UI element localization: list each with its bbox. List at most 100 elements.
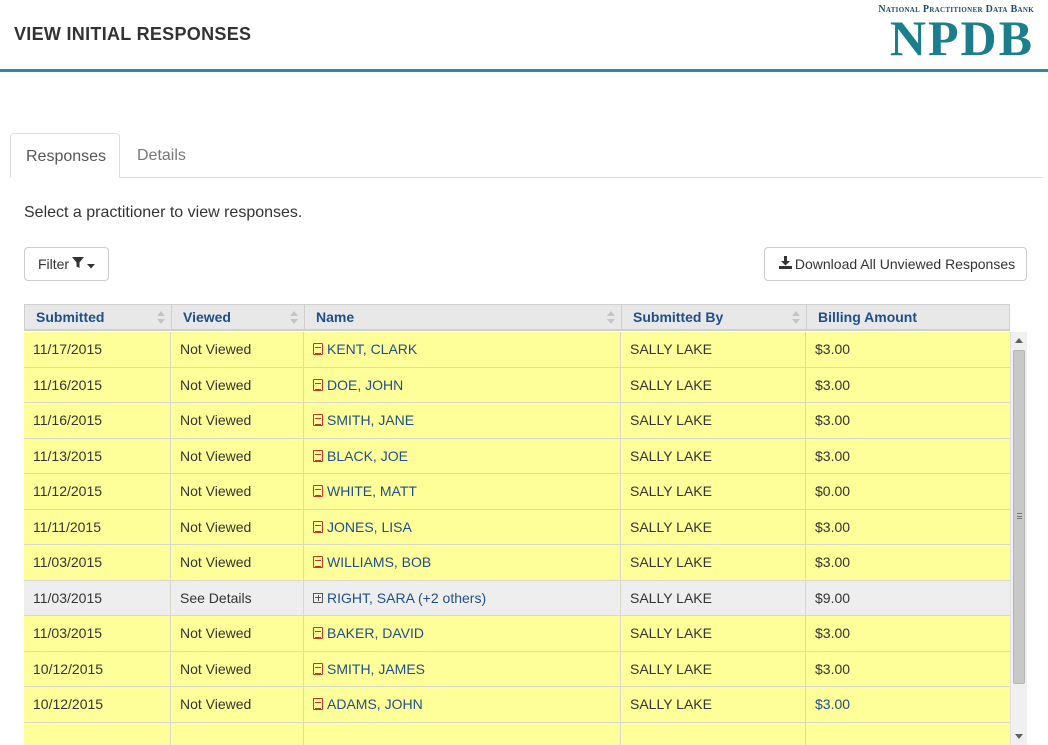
column-header-name[interactable]: Name xyxy=(305,305,622,330)
cell-submitted-by: SALLY LAKE xyxy=(621,509,806,545)
cell-billing-amount: $3.00 xyxy=(806,652,1010,687)
cell-name[interactable] xyxy=(304,722,621,745)
practitioner-name-link[interactable]: BAKER, DAVID xyxy=(327,625,424,641)
cell-submitted-text: 10/12/2015 xyxy=(33,696,104,712)
cell-name[interactable]: SMITH, JANE xyxy=(304,403,621,438)
scroll-up-arrow-icon[interactable] xyxy=(1015,338,1023,343)
page-header: VIEW INITIAL RESPONSES National Practiti… xyxy=(0,0,1048,72)
table-row[interactable]: 10/12/2015 Not Viewed SMITH, JAMES SALLY LA… xyxy=(24,651,1010,687)
pdf-file-icon[interactable] xyxy=(313,485,323,497)
pdf-file-icon[interactable] xyxy=(313,449,323,462)
practitioner-name-link[interactable]: DOE, JOHN xyxy=(327,377,403,393)
cell-name[interactable]: BAKER, DAVID xyxy=(304,616,621,651)
table-row[interactable]: 11/12/2015 Not Viewed WHITE, MATT SALLY LAK… xyxy=(24,474,1010,510)
pdf-file-icon[interactable] xyxy=(313,343,323,355)
column-header-viewed[interactable]: Viewed xyxy=(172,305,305,330)
table-row[interactable]: 11/03/2015 See Details RIGHT, SARA (+2 oth… xyxy=(24,580,1010,616)
cell-submitted: 11/13/2015 xyxy=(24,438,171,474)
cell-submitted: 11/11/2015 xyxy=(24,509,171,545)
cell-viewed: Not Viewed xyxy=(171,545,304,580)
cell-submitted-text: 11/17/2015 xyxy=(33,341,103,357)
cell-viewed-text: Not Viewed xyxy=(180,625,252,641)
tab-responses[interactable]: Responses xyxy=(10,133,120,178)
cell-viewed-text: Not Viewed xyxy=(180,660,252,677)
column-header-label: Billing Amount xyxy=(818,309,918,325)
cell-billing-amount: $3.00 xyxy=(806,616,1010,651)
cell-viewed: Not Viewed xyxy=(171,332,304,367)
cell-viewed-text: Not Viewed xyxy=(180,696,252,712)
pdf-file-icon[interactable] xyxy=(313,556,323,568)
caret-down-icon xyxy=(87,256,96,272)
cell-billing-amount: $3.00 xyxy=(806,332,1010,367)
cell-submitted-text: 11/16/2015 xyxy=(33,376,103,393)
practitioner-name-link[interactable]: JONES, LISA xyxy=(327,519,412,535)
plus-square-icon[interactable] xyxy=(313,592,323,603)
scrollbar-thumb[interactable] xyxy=(1013,350,1025,684)
cell-viewed: Not Viewed xyxy=(171,403,304,438)
cell-name[interactable]: SMITH, JAMES xyxy=(304,651,621,687)
filter-button[interactable]: Filter xyxy=(24,247,109,281)
cell-billing-amount: $3.00 xyxy=(806,439,1010,474)
download-all-unviewed-button[interactable]: Download All Unviewed Responses xyxy=(764,247,1027,281)
practitioner-name-link[interactable]: BLACK, JOE xyxy=(327,448,408,464)
practitioner-name-link[interactable]: WILLIAMS, BOB xyxy=(327,554,431,570)
cell-name[interactable]: BLACK, JOE xyxy=(304,438,621,474)
cell-submitted-text: 11/03/2015 xyxy=(33,625,103,641)
cell-name[interactable]: WHITE, MATT xyxy=(304,474,621,509)
cell-submitted-text: 11/16/2015 xyxy=(33,412,103,428)
table-row[interactable]: 11/17/2015 Not Viewed KENT, CLARK SALLY LAK… xyxy=(24,332,1010,368)
practitioner-name-link[interactable]: RIGHT, SARA (+2 others) xyxy=(327,590,486,606)
tab-details[interactable]: Details xyxy=(122,133,201,178)
table-row[interactable]: 11/03/2015 Not Viewed BAKER, DAVID SALLY LA… xyxy=(24,616,1010,652)
cell-billing-amount-text: $3.00 xyxy=(815,447,851,464)
pdf-file-icon[interactable] xyxy=(313,520,323,533)
cell-billing-amount-text: $0.00 xyxy=(815,483,851,499)
cell-submitted-text: 11/03/2015 xyxy=(33,554,103,570)
cell-viewed-text: Not Viewed xyxy=(180,483,252,499)
cell-viewed-text: Not Viewed xyxy=(180,376,252,393)
cell-billing-amount-text: $3.00 xyxy=(815,696,851,712)
cell-billing-amount: $3.00 xyxy=(806,545,1010,580)
scroll-down-arrow-icon[interactable] xyxy=(1015,734,1023,739)
cell-name[interactable]: RIGHT, SARA (+2 others) xyxy=(304,580,621,616)
responses-table: Submitted Viewed Name Submitted By Billi… xyxy=(24,304,1027,745)
table-row[interactable]: 11/16/2015 Not Viewed DOE, JOHN SALLY LAKE $… xyxy=(24,367,1010,403)
cell-submitted: 11/03/2015 xyxy=(24,616,171,651)
column-header-billing-amount[interactable]: Billing Amount xyxy=(807,305,1009,330)
cell-name[interactable]: DOE, JOHN xyxy=(304,367,621,403)
table-row[interactable] xyxy=(24,722,1010,745)
cell-submitted-by-text: SALLY LAKE xyxy=(630,696,712,712)
cell-submitted xyxy=(24,722,171,745)
cell-name[interactable]: KENT, CLARK xyxy=(304,332,621,367)
cell-submitted-by: SALLY LAKE xyxy=(621,403,806,438)
pdf-file-icon[interactable] xyxy=(313,662,323,675)
practitioner-name-link[interactable]: SMITH, JAMES xyxy=(327,661,425,677)
column-header-label: Submitted xyxy=(36,309,105,325)
column-header-submitted[interactable]: Submitted xyxy=(25,305,172,330)
cell-name[interactable]: ADAMS, JOHN xyxy=(304,687,621,722)
table-row[interactable]: 11/16/2015 Not Viewed SMITH, JANE SALLY LAK… xyxy=(24,403,1010,439)
cell-submitted-text: 11/13/2015 xyxy=(33,447,103,464)
table-scrollbar[interactable] xyxy=(1010,332,1027,745)
column-header-submitted-by[interactable]: Submitted By xyxy=(622,305,807,330)
practitioner-name-link[interactable]: KENT, CLARK xyxy=(327,341,417,357)
cell-viewed: See Details xyxy=(171,580,304,616)
practitioner-name-link[interactable]: SMITH, JANE xyxy=(327,412,414,428)
cell-name[interactable]: WILLIAMS, BOB xyxy=(304,545,621,580)
table-header: Submitted Viewed Name Submitted By Billi… xyxy=(24,304,1010,331)
cell-viewed-text: Not Viewed xyxy=(180,412,252,428)
pdf-file-icon[interactable] xyxy=(313,378,323,391)
practitioner-name-link[interactable]: WHITE, MATT xyxy=(327,483,417,499)
table-row[interactable]: 10/12/2015 Not Viewed ADAMS, JOHN SALLY LAK… xyxy=(24,687,1010,723)
cell-submitted: 11/03/2015 xyxy=(24,580,171,616)
table-row[interactable]: 11/13/2015 Not Viewed BLACK, JOE SALLY LAKE… xyxy=(24,438,1010,474)
pdf-file-icon[interactable] xyxy=(313,627,323,639)
funnel-icon xyxy=(72,256,85,272)
table-row[interactable]: 11/03/2015 Not Viewed WILLIAMS, BOB SALLY L… xyxy=(24,545,1010,581)
cell-submitted-by-text: SALLY LAKE xyxy=(630,625,712,641)
practitioner-name-link[interactable]: ADAMS, JOHN xyxy=(327,696,423,712)
pdf-file-icon[interactable] xyxy=(313,698,323,710)
cell-name[interactable]: JONES, LISA xyxy=(304,509,621,545)
pdf-file-icon[interactable] xyxy=(313,414,323,426)
table-row[interactable]: 11/11/2015 Not Viewed JONES, LISA SALLY LAK… xyxy=(24,509,1010,545)
